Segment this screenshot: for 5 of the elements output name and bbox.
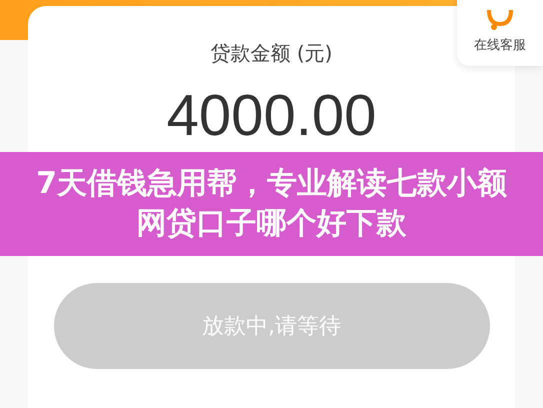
amount-label: 贷款金额 (元): [210, 40, 332, 67]
banner-title: 7天借钱急用帮，专业解读七款小额网贷口子哪个好下款: [35, 165, 508, 243]
customer-service-button[interactable]: 在线客服: [457, 0, 543, 66]
loan-amount: 4000.00: [166, 87, 376, 145]
headset-icon: [485, 10, 515, 30]
